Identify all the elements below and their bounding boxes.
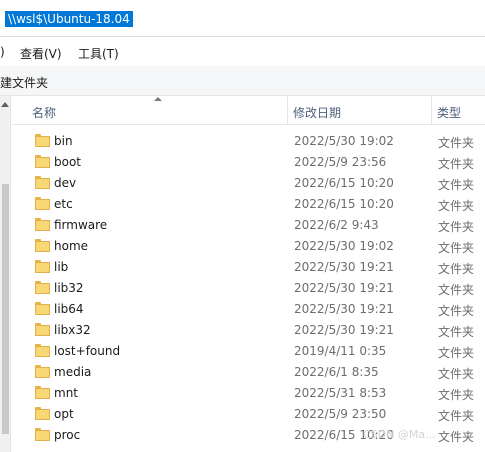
file-type: 文件夹 <box>438 388 475 402</box>
file-modified-date: 2022/5/9 23:50 <box>294 407 387 421</box>
folder-icon <box>35 302 50 315</box>
folder-icon <box>35 197 50 210</box>
address-path-selected[interactable]: \\wsl$\Ubuntu-18.04 <box>5 11 133 27</box>
file-name: bin <box>54 134 73 148</box>
folder-icon <box>35 428 50 441</box>
file-name: home <box>54 239 89 253</box>
file-name: firmware <box>54 218 108 232</box>
folder-icon <box>35 344 50 357</box>
new-folder-button[interactable]: 建文件夹 <box>0 74 48 91</box>
column-divider[interactable] <box>431 96 432 124</box>
file-row[interactable]: opt 2022/5/9 23:50 文件夹 <box>12 404 485 425</box>
file-name: etc <box>54 197 73 211</box>
file-modified-date: 2022/5/30 19:21 <box>294 281 394 295</box>
column-divider[interactable] <box>287 96 288 124</box>
file-modified-date: 2022/6/15 10:20 <box>294 197 394 211</box>
file-name: media <box>54 365 92 379</box>
file-type: 文件夹 <box>438 430 475 444</box>
folder-icon <box>35 386 50 399</box>
folder-icon <box>35 218 50 231</box>
toolbar: 建文件夹 <box>0 66 485 96</box>
file-name: lib64 <box>54 302 84 316</box>
folder-icon <box>35 281 50 294</box>
file-row[interactable]: libx32 2022/5/30 19:21 文件夹 <box>12 320 485 341</box>
file-row[interactable]: lost+found 2019/4/11 0:35 文件夹 <box>12 341 485 362</box>
file-name: libx32 <box>54 323 91 337</box>
file-type: 文件夹 <box>438 199 475 213</box>
menu-bar: ) 查看(V) 工具(T) <box>0 38 485 65</box>
file-type: 文件夹 <box>438 283 475 297</box>
folder-icon <box>35 407 50 420</box>
file-modified-date: 2022/5/30 19:02 <box>294 134 394 148</box>
file-row[interactable]: lib64 2022/5/30 19:21 文件夹 <box>12 299 485 320</box>
folder-icon <box>35 176 50 189</box>
scroll-up-arrow-icon[interactable] <box>1 102 9 107</box>
file-row[interactable]: dev 2022/6/15 10:20 文件夹 <box>12 173 485 194</box>
file-row[interactable]: firmware 2022/6/2 9:43 文件夹 <box>12 215 485 236</box>
file-modified-date: 2022/5/30 19:21 <box>294 260 394 274</box>
file-name: lib32 <box>54 281 84 295</box>
file-modified-date: 2022/6/2 9:43 <box>294 218 379 232</box>
file-name: mnt <box>54 386 78 400</box>
file-modified-date: 2022/6/15 10:20 <box>294 176 394 190</box>
watermark-text: CSDN @Ma... <box>363 428 436 441</box>
folder-icon <box>35 260 50 273</box>
file-row[interactable]: etc 2022/6/15 10:20 文件夹 <box>12 194 485 215</box>
file-row[interactable]: media 2022/6/1 8:35 文件夹 <box>12 362 485 383</box>
file-name: opt <box>54 407 74 421</box>
file-modified-date: 2022/5/30 19:21 <box>294 302 394 316</box>
address-bar[interactable]: \\wsl$\Ubuntu-18.04 <box>0 0 485 37</box>
folder-icon <box>35 365 50 378</box>
file-name: lost+found <box>54 344 121 358</box>
column-header-date[interactable]: 修改日期 <box>293 104 341 121</box>
file-name: dev <box>54 176 77 190</box>
menu-item-view[interactable]: 查看(V) <box>20 45 62 62</box>
file-row[interactable]: mnt 2022/5/31 8:53 文件夹 <box>12 383 485 404</box>
file-list: bin 2022/5/30 19:02 文件夹 boot 2022/5/9 23:56 文… <box>12 131 485 446</box>
file-type: 文件夹 <box>438 304 475 318</box>
sort-ascending-icon <box>154 97 162 101</box>
file-row[interactable]: home 2022/5/30 19:02 文件夹 <box>12 236 485 257</box>
folder-icon <box>35 323 50 336</box>
file-modified-date: 2022/6/1 8:35 <box>294 365 379 379</box>
file-row[interactable]: boot 2022/5/9 23:56 文件夹 <box>12 152 485 173</box>
file-row[interactable]: lib 2022/5/30 19:21 文件夹 <box>12 257 485 278</box>
file-type: 文件夹 <box>438 367 475 381</box>
folder-icon <box>35 239 50 252</box>
file-type: 文件夹 <box>438 325 475 339</box>
menu-item-partial[interactable]: ) <box>0 45 5 59</box>
file-type: 文件夹 <box>438 136 475 150</box>
file-modified-date: 2022/5/31 8:53 <box>294 386 387 400</box>
file-type: 文件夹 <box>438 157 475 171</box>
file-modified-date: 2019/4/11 0:35 <box>294 344 387 358</box>
file-modified-date: 2022/5/30 19:21 <box>294 323 394 337</box>
file-modified-date: 2022/5/30 19:02 <box>294 239 394 253</box>
column-header-type[interactable]: 类型 <box>437 104 461 121</box>
file-type: 文件夹 <box>438 241 475 255</box>
file-type: 文件夹 <box>438 409 475 423</box>
folder-icon <box>35 155 50 168</box>
file-name: lib <box>54 260 69 274</box>
menu-item-tools[interactable]: 工具(T) <box>78 45 119 62</box>
navigation-scrollbar-thumb[interactable] <box>2 184 9 434</box>
column-header-name[interactable]: 名称 <box>32 104 56 121</box>
navigation-pane <box>0 96 11 452</box>
file-row[interactable]: lib32 2022/5/30 19:21 文件夹 <box>12 278 485 299</box>
file-type: 文件夹 <box>438 262 475 276</box>
folder-icon <box>35 134 50 147</box>
file-type: 文件夹 <box>438 178 475 192</box>
file-modified-date: 2022/5/9 23:56 <box>294 155 387 169</box>
file-type: 文件夹 <box>438 220 475 234</box>
file-row[interactable]: bin 2022/5/30 19:02 文件夹 <box>12 131 485 152</box>
column-header: 名称 修改日期 类型 <box>12 96 485 125</box>
file-name: boot <box>54 155 82 169</box>
file-name: proc <box>54 428 81 442</box>
file-type: 文件夹 <box>438 346 475 360</box>
